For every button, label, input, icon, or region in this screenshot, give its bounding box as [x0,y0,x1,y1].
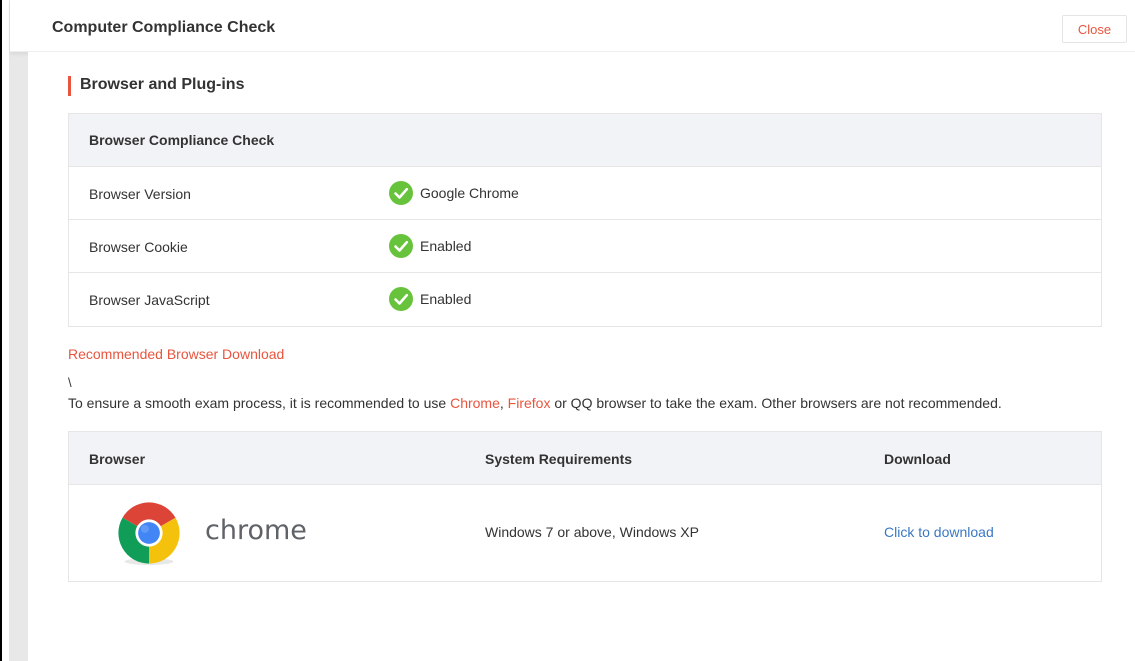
row-value-text: Enabled [420,291,472,307]
row-value: Enabled [389,234,471,258]
table-row: Browser Version Google Chrome [69,167,1101,220]
recommended-browser-download-link[interactable]: Recommended Browser Download [68,346,284,362]
chrome-link[interactable]: Chrome [450,395,500,411]
browser-name: chrome [205,515,307,546]
row-value: Google Chrome [389,181,519,205]
system-requirements-text: Windows 7 or above, Windows XP [485,524,699,540]
notice-text-before: To ensure a smooth exam process, it is r… [68,395,451,411]
dialog-title: Computer Compliance Check [52,19,276,36]
table-row: Browser Cookie Enabled [69,220,1101,273]
row-value-text: Enabled [420,238,472,254]
row-label: Browser Cookie [89,239,188,255]
firefox-link[interactable]: Firefox [508,395,551,411]
left-gutter [10,52,28,661]
dialog-header: Computer Compliance Check Close [10,0,1135,52]
left-window-edge [0,0,10,661]
compliance-table-header: Browser Compliance Check [69,114,1101,167]
check-circle-icon [389,287,413,311]
notice-text-after: or QQ browser to take the exam. Other br… [550,395,1002,411]
column-header-requirements: System Requirements [485,451,633,467]
column-header-download: Download [884,451,951,467]
stray-text: \ [68,375,72,390]
download-table-header: Browser System Requirements Download [69,432,1101,485]
check-circle-icon [389,181,413,205]
download-link[interactable]: Click to download [884,524,994,540]
dialog-content: Browser and Plug-ins Browser Compliance … [28,52,1135,661]
table-row: chrome Windows 7 or above, Windows XP Cl… [69,485,1101,581]
download-table: Browser System Requirements Download chr… [68,431,1102,582]
close-button[interactable]: Close [1062,15,1127,43]
column-header-browser: Browser [89,451,146,467]
check-circle-icon [389,234,413,258]
section-title: Browser and Plug-ins [68,75,244,96]
row-label: Browser Version [89,186,191,202]
row-value: Enabled [389,287,471,311]
notice-separator: , [499,395,508,411]
chrome-logo-icon [118,502,180,565]
browser-notice: To ensure a smooth exam process, it is r… [68,395,1002,411]
table-row: Browser JavaScript Enabled [69,273,1101,326]
row-value-text: Google Chrome [420,185,519,201]
row-label: Browser JavaScript [89,292,210,308]
compliance-table: Browser Compliance Check Browser Version… [68,113,1102,327]
